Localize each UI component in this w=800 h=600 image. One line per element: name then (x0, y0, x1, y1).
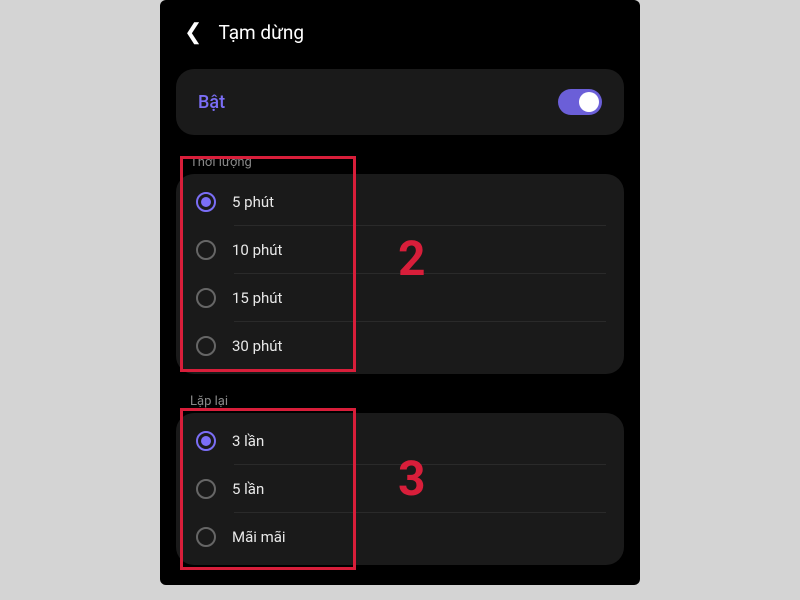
repeat-options-card: 3 lần 5 lần Mãi mãi (176, 413, 624, 565)
repeat-option-forever[interactable]: Mãi mãi (176, 513, 624, 561)
enable-toggle-card: Bật (176, 69, 624, 135)
duration-option-5min[interactable]: 5 phút (176, 178, 624, 226)
option-label: 3 lần (232, 432, 264, 450)
enable-toggle[interactable] (558, 89, 602, 115)
repeat-option-3times[interactable]: 3 lần (176, 417, 624, 465)
page-title: Tạm dừng (218, 21, 304, 44)
radio-icon (196, 479, 216, 499)
option-label: 10 phút (232, 241, 282, 259)
radio-icon (196, 288, 216, 308)
duration-option-15min[interactable]: 15 phút (176, 274, 624, 322)
radio-icon (196, 240, 216, 260)
radio-icon (196, 431, 216, 451)
repeat-section-label: Lặp lại (184, 394, 616, 409)
option-label: 5 phút (232, 193, 274, 211)
option-label: Mãi mãi (232, 528, 286, 546)
option-label: 30 phút (232, 337, 282, 355)
header: ❮ Tạm dừng (160, 0, 640, 61)
radio-icon (196, 527, 216, 547)
duration-option-10min[interactable]: 10 phút (176, 226, 624, 274)
repeat-option-5times[interactable]: 5 lần (176, 465, 624, 513)
option-label: 15 phút (232, 289, 282, 307)
duration-section-label: Thời lượng (184, 155, 616, 170)
toggle-label: Bật (198, 92, 225, 113)
phone-screen: ❮ Tạm dừng Bật Thời lượng 5 phút 10 phút… (160, 0, 640, 585)
radio-icon (196, 336, 216, 356)
radio-icon (196, 192, 216, 212)
toggle-thumb (579, 92, 599, 112)
option-label: 5 lần (232, 480, 264, 498)
duration-option-30min[interactable]: 30 phút (176, 322, 624, 370)
duration-options-card: 5 phút 10 phút 15 phút 30 phút (176, 174, 624, 374)
back-icon[interactable]: ❮ (184, 20, 202, 45)
